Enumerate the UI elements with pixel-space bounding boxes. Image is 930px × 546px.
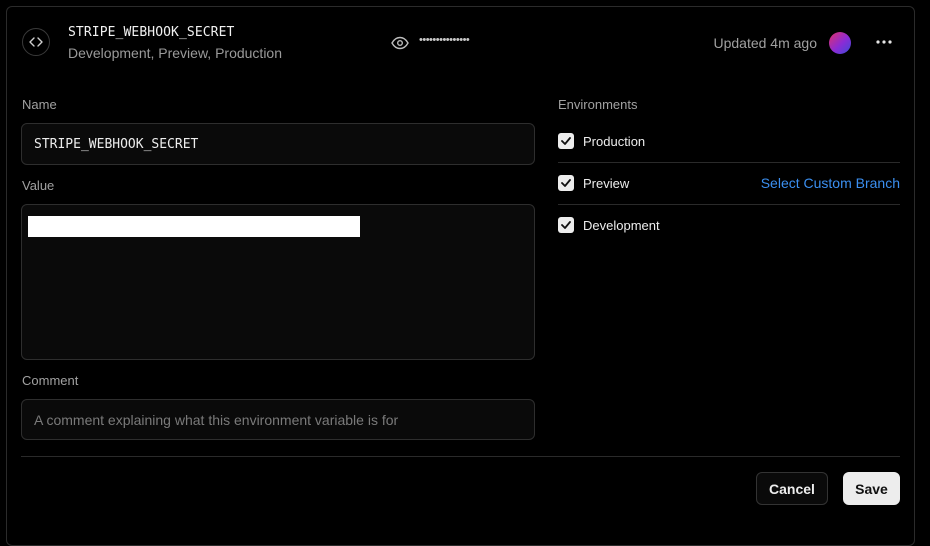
environments-label: Environments	[558, 97, 638, 112]
production-label: Production	[583, 133, 646, 149]
variable-name-title: STRIPE_WEBHOOK_SECRET	[68, 25, 235, 40]
development-label: Development	[583, 217, 660, 233]
production-checkbox[interactable]	[558, 133, 574, 149]
development-checkbox[interactable]	[558, 217, 574, 233]
variable-environments-summary: Development, Preview, Production	[68, 45, 282, 61]
name-input[interactable]: STRIPE_WEBHOOK_SECRET	[21, 123, 535, 165]
name-label: Name	[22, 97, 57, 112]
comment-input[interactable]: A comment explaining what this environme…	[21, 399, 535, 440]
footer-divider	[21, 456, 900, 457]
redacted-value-block	[28, 216, 360, 237]
cancel-button[interactable]: Cancel	[756, 472, 828, 505]
env-row-production: Production	[558, 120, 900, 163]
preview-label: Preview	[583, 175, 630, 191]
eye-icon[interactable]	[391, 35, 409, 51]
select-custom-branch-link[interactable]: Select Custom Branch	[761, 175, 900, 191]
code-icon	[22, 28, 50, 56]
more-options-icon[interactable]	[874, 32, 894, 52]
updated-timestamp: Updated 4m ago	[713, 35, 817, 51]
preview-checkbox[interactable]	[558, 175, 574, 191]
avatar[interactable]	[829, 32, 851, 54]
comment-label: Comment	[22, 373, 79, 388]
save-button[interactable]: Save	[843, 472, 900, 505]
value-label: Value	[22, 178, 55, 193]
value-textarea[interactable]	[21, 204, 535, 360]
env-row-preview: Preview Select Custom Branch	[558, 162, 900, 205]
env-row-development: Development	[558, 204, 900, 246]
masked-value: •••••••••••••••	[419, 34, 470, 46]
